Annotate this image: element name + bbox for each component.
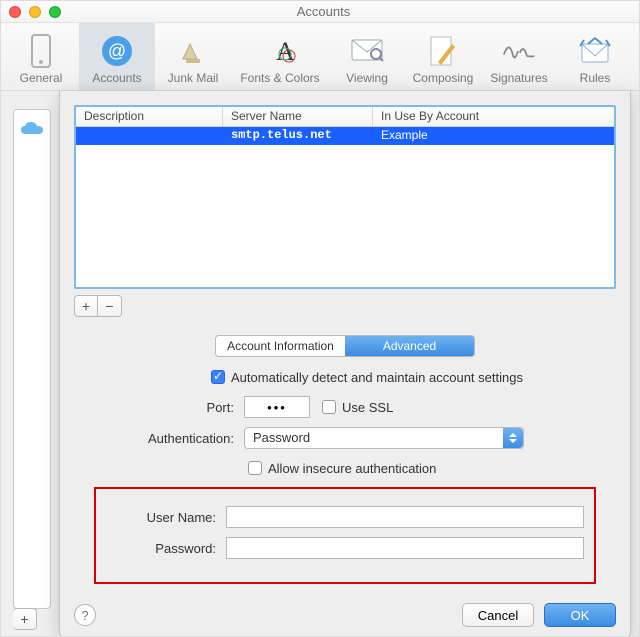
port-label: Port: — [94, 400, 244, 415]
add-server-button[interactable]: + — [74, 295, 98, 317]
fonts-colors-icon: A — [263, 34, 297, 68]
tab-label: Composing — [413, 71, 474, 85]
password-input[interactable] — [226, 537, 584, 559]
tab-rules[interactable]: Rules — [557, 23, 633, 90]
signatures-icon — [502, 34, 536, 68]
general-icon — [24, 34, 58, 68]
outer-add-remove: + — [13, 608, 37, 630]
tab-general[interactable]: General — [3, 23, 79, 90]
authentication-label: Authentication: — [94, 431, 244, 446]
tab-account-information[interactable]: Account Information — [216, 336, 345, 356]
header-description[interactable]: Description — [76, 107, 223, 126]
table-body[interactable]: smtp.telus.net Example — [76, 127, 614, 287]
advanced-form: Automatically detect and maintain accoun… — [74, 367, 616, 584]
remove-server-button[interactable]: − — [98, 295, 122, 317]
tab-viewing[interactable]: Viewing — [329, 23, 405, 90]
add-account-button[interactable]: + — [13, 608, 37, 630]
icloud-account-icon[interactable] — [20, 120, 44, 138]
smtp-servers-sheet: Description Server Name In Use By Accoun… — [59, 91, 631, 637]
authentication-value: Password — [253, 430, 310, 445]
preferences-toolbar: General @ Accounts Junk Mail A Fonts & C… — [1, 23, 639, 91]
tab-label: Rules — [580, 71, 611, 85]
tab-label: Viewing — [346, 71, 388, 85]
authentication-select[interactable]: Password — [244, 427, 524, 449]
tab-label: General — [20, 71, 63, 85]
tab-junk-mail[interactable]: Junk Mail — [155, 23, 231, 90]
servers-table: Description Server Name In Use By Accoun… — [74, 105, 616, 289]
add-remove-controls: + − — [74, 295, 616, 317]
credentials-highlight: User Name: Password: — [94, 487, 596, 584]
username-input[interactable] — [226, 506, 584, 528]
svg-text:@: @ — [108, 41, 126, 61]
header-server-name[interactable]: Server Name — [223, 107, 373, 126]
tab-segmented-control: Account Information Advanced — [215, 335, 475, 357]
viewing-icon — [350, 34, 384, 68]
tab-advanced[interactable]: Advanced — [345, 336, 474, 356]
sheet-footer: ? Cancel OK — [74, 603, 616, 627]
use-ssl-label: Use SSL — [342, 400, 393, 415]
tab-signatures[interactable]: Signatures — [481, 23, 557, 90]
allow-insecure-label: Allow insecure authentication — [268, 461, 436, 476]
composing-icon — [426, 34, 460, 68]
tab-accounts[interactable]: @ Accounts — [79, 23, 155, 90]
table-row[interactable]: smtp.telus.net Example — [76, 127, 614, 145]
password-label: Password: — [106, 541, 226, 556]
allow-insecure-checkbox[interactable] — [248, 461, 262, 475]
tab-label: Accounts — [92, 71, 141, 85]
junk-mail-icon — [176, 34, 210, 68]
username-label: User Name: — [106, 510, 226, 525]
table-header: Description Server Name In Use By Accoun… — [76, 107, 614, 127]
port-input[interactable] — [244, 396, 310, 418]
titlebar: Accounts — [1, 1, 639, 23]
rules-icon — [578, 34, 612, 68]
help-button[interactable]: ? — [74, 604, 96, 626]
accounts-sidebar — [13, 109, 51, 609]
accounts-icon: @ — [100, 34, 134, 68]
use-ssl-checkbox[interactable] — [322, 400, 336, 414]
tab-label: Junk Mail — [168, 71, 219, 85]
content-area: Description Server Name In Use By Accoun… — [1, 91, 639, 637]
tab-composing[interactable]: Composing — [405, 23, 481, 90]
ok-button[interactable]: OK — [544, 603, 616, 627]
tab-label: Fonts & Colors — [240, 71, 319, 85]
chevron-updown-icon — [503, 428, 523, 448]
cell-account: Example — [373, 127, 614, 145]
tab-fonts-colors[interactable]: A Fonts & Colors — [231, 23, 329, 90]
cancel-button[interactable]: Cancel — [462, 603, 534, 627]
cell-description — [76, 127, 223, 145]
tab-label: Signatures — [490, 71, 547, 85]
cell-server-name: smtp.telus.net — [223, 127, 373, 145]
window-title: Accounts — [16, 4, 631, 19]
auto-detect-label: Automatically detect and maintain accoun… — [231, 370, 523, 385]
auto-detect-checkbox[interactable] — [211, 370, 225, 384]
preferences-window: Accounts General @ Accounts Junk Mail A … — [0, 0, 640, 637]
header-in-use-by[interactable]: In Use By Account — [373, 107, 614, 126]
